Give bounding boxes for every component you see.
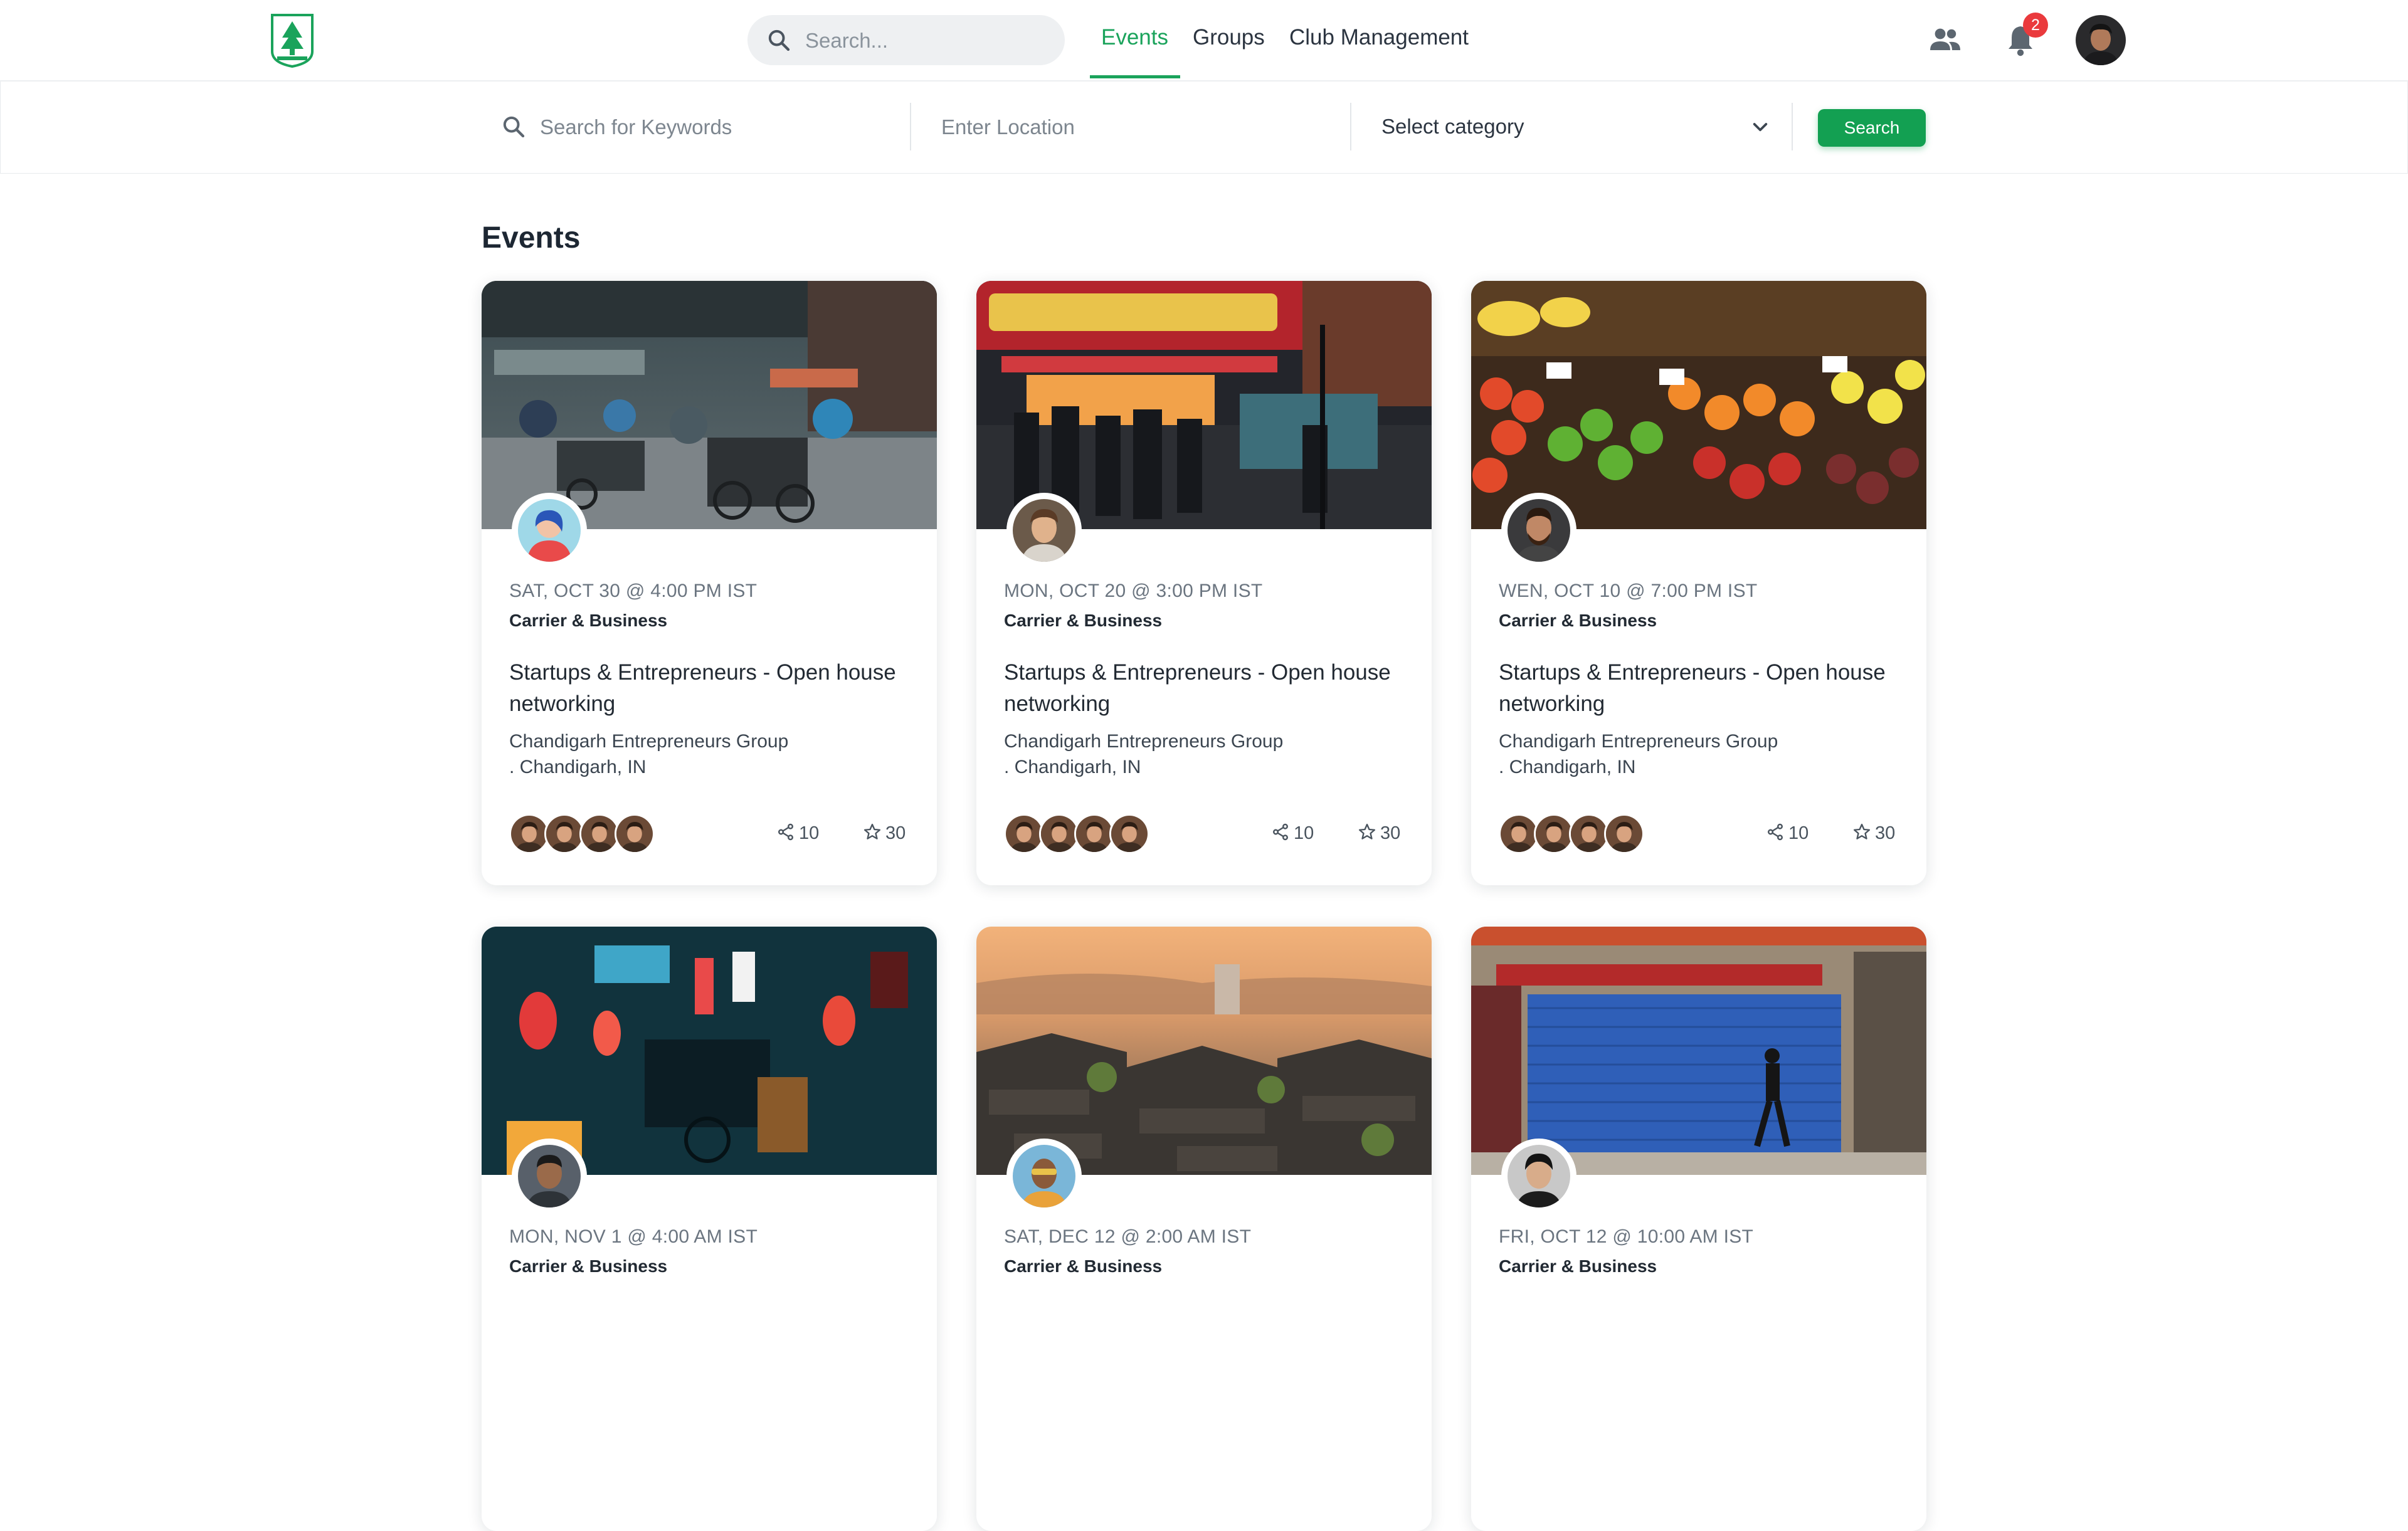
event-category: Carrier & Business	[1499, 611, 1657, 630]
top-navigation: Events Groups Club Management 2	[0, 0, 2408, 82]
event-image	[976, 281, 1432, 529]
event-image	[482, 281, 937, 529]
nav-link-events[interactable]: Events	[1101, 25, 1168, 50]
event-title[interactable]: Startups & Entrepreneurs - Open house ne…	[509, 657, 911, 720]
search-button[interactable]: Search	[1818, 109, 1926, 147]
attendee-avatar	[615, 814, 655, 854]
event-card[interactable]: SAT, OCT 30 @ 4:00 PM IST Carrier & Busi…	[482, 281, 937, 885]
event-organizer: Chandigarh Entrepreneurs Group . Chandig…	[509, 729, 885, 780]
attendee-avatar	[1109, 814, 1149, 854]
attendee-avatar	[1569, 814, 1609, 854]
event-filter-bar: Select category Search	[0, 82, 2408, 174]
event-date: WEN, OCT 10 @ 7:00 PM IST	[1499, 581, 1758, 601]
star-count[interactable]: 30	[863, 823, 906, 844]
share-count-value: 10	[1294, 823, 1314, 843]
event-date: MON, OCT 20 @ 3:00 PM IST	[1004, 581, 1263, 601]
notification-badge: 2	[2023, 13, 2048, 38]
search-icon	[503, 116, 525, 138]
event-organizer: Chandigarh Entrepreneurs Group . Chandig…	[1499, 729, 1875, 780]
global-search-input[interactable]	[804, 23, 1045, 59]
attendee-avatar	[579, 814, 620, 854]
divider	[1792, 103, 1793, 150]
attendee-avatar	[1074, 814, 1114, 854]
attendee-avatar	[1534, 814, 1574, 854]
search-icon	[768, 29, 790, 51]
host-avatar[interactable]	[512, 493, 587, 568]
share-icon	[1273, 823, 1288, 841]
host-avatar[interactable]	[1501, 493, 1576, 568]
event-card[interactable]: MON, NOV 1 @ 4:00 AM IST Carrier & Busin…	[482, 927, 937, 1531]
event-card[interactable]: MON, OCT 20 @ 3:00 PM IST Carrier & Busi…	[976, 281, 1432, 885]
divider	[1350, 103, 1351, 150]
event-date: SAT, OCT 30 @ 4:00 PM IST	[509, 581, 758, 601]
share-count[interactable]: 10	[1271, 823, 1314, 844]
host-avatar[interactable]	[1501, 1139, 1576, 1214]
organizer-name: Chandigarh Entrepreneurs Group	[1499, 731, 1778, 752]
category-select-value: Select category	[1381, 115, 1524, 138]
event-category: Carrier & Business	[1004, 611, 1163, 630]
organizer-name: Chandigarh Entrepreneurs Group	[509, 731, 789, 752]
location-input[interactable]	[940, 107, 1331, 148]
share-count-value: 10	[799, 823, 820, 843]
star-icon	[863, 823, 881, 839]
nav-link-groups[interactable]: Groups	[1193, 25, 1265, 50]
event-card[interactable]: WEN, OCT 10 @ 7:00 PM IST Carrier & Busi…	[1471, 281, 1926, 885]
star-count-value: 30	[1380, 823, 1401, 843]
star-icon	[1358, 823, 1376, 839]
attendee-avatar	[1499, 814, 1539, 854]
event-date: FRI, OCT 12 @ 10:00 AM IST	[1499, 1226, 1754, 1247]
nav-link-club-management[interactable]: Club Management	[1289, 25, 1469, 50]
event-date: SAT, DEC 12 @ 2:00 AM IST	[1004, 1226, 1252, 1247]
active-tab-indicator	[1090, 75, 1180, 78]
attendee-avatar	[509, 814, 549, 854]
event-image	[976, 927, 1432, 1175]
share-count[interactable]: 10	[776, 823, 819, 844]
star-count[interactable]: 30	[1358, 823, 1400, 844]
event-title[interactable]: Startups & Entrepreneurs - Open house ne…	[1499, 657, 1900, 720]
event-card[interactable]: SAT, DEC 12 @ 2:00 AM IST Carrier & Busi…	[976, 927, 1432, 1531]
event-image	[1471, 281, 1926, 529]
organizer-name: Chandigarh Entrepreneurs Group	[1004, 731, 1284, 752]
page-title: Events	[482, 221, 581, 255]
attendee-avatar	[1039, 814, 1079, 854]
organizer-location: . Chandigarh, IN	[509, 757, 647, 777]
user-avatar[interactable]	[2076, 15, 2126, 65]
star-count[interactable]: 30	[1852, 823, 1895, 844]
event-category: Carrier & Business	[509, 1256, 668, 1276]
share-count-value: 10	[1788, 823, 1809, 843]
organizer-location: . Chandigarh, IN	[1499, 757, 1636, 777]
share-icon	[1768, 823, 1783, 841]
share-count[interactable]: 10	[1766, 823, 1809, 844]
divider	[910, 103, 911, 150]
event-category: Carrier & Business	[509, 611, 668, 630]
global-search[interactable]	[747, 15, 1065, 65]
event-image	[1471, 927, 1926, 1175]
host-avatar[interactable]	[1006, 493, 1082, 568]
people-icon[interactable]	[1929, 25, 1962, 53]
host-avatar[interactable]	[512, 1139, 587, 1214]
category-select[interactable]: Select category	[1381, 107, 1770, 147]
attendee-avatar	[544, 814, 584, 854]
attendee-avatar	[1004, 814, 1044, 854]
host-avatar[interactable]	[1006, 1139, 1082, 1214]
event-organizer: Chandigarh Entrepreneurs Group . Chandig…	[1004, 729, 1380, 780]
star-icon	[1853, 823, 1871, 839]
event-title[interactable]: Startups & Entrepreneurs - Open house ne…	[1004, 657, 1405, 720]
club-logo[interactable]	[268, 13, 316, 68]
event-date: MON, NOV 1 @ 4:00 AM IST	[509, 1226, 758, 1247]
event-category: Carrier & Business	[1499, 1256, 1657, 1276]
star-count-value: 30	[1875, 823, 1896, 843]
event-category: Carrier & Business	[1004, 1256, 1163, 1276]
chevron-down-icon	[1753, 123, 1768, 132]
event-image	[482, 927, 937, 1175]
keyword-search-input[interactable]	[539, 107, 892, 148]
event-card[interactable]: FRI, OCT 12 @ 10:00 AM IST Carrier & Bus…	[1471, 927, 1926, 1531]
star-count-value: 30	[885, 823, 906, 843]
attendee-avatar	[1604, 814, 1644, 854]
organizer-location: . Chandigarh, IN	[1004, 757, 1141, 777]
share-icon	[778, 823, 793, 841]
